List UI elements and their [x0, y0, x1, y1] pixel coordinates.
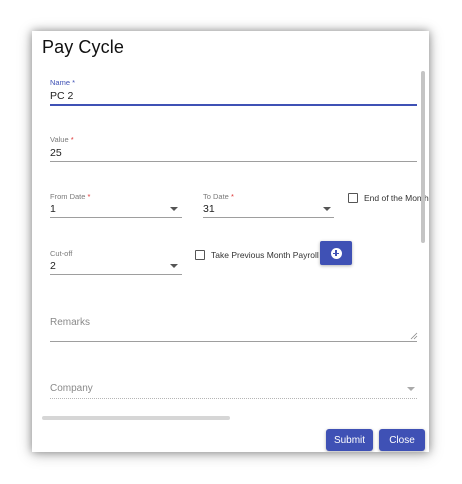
cutoff-select[interactable]: 2	[50, 260, 56, 272]
name-field[interactable]: PC 2	[50, 90, 73, 102]
from-date-label-text: From Date	[50, 192, 86, 201]
close-button[interactable]: Close	[379, 429, 425, 451]
vertical-scrollbar[interactable]	[421, 71, 425, 243]
from-date-select[interactable]: 1	[50, 203, 56, 215]
name-underline	[50, 104, 417, 106]
take-previous-month-label: Take Previous Month Payroll	[211, 250, 319, 260]
end-of-month-checkbox[interactable]	[348, 193, 358, 203]
from-date-label: From Date *	[50, 192, 90, 201]
dialog-title: Pay Cycle	[42, 37, 124, 57]
plus-circle-icon	[330, 247, 342, 259]
value-underline	[50, 161, 417, 162]
from-date-chevron-down-icon[interactable]	[170, 207, 178, 211]
take-previous-month-checkbox[interactable]	[195, 250, 205, 260]
pay-cycle-dialog: Pay Cycle Name * PC 2 Value * 25 From Da…	[32, 31, 429, 452]
to-date-underline	[203, 217, 334, 218]
from-date-required-mark: *	[87, 192, 91, 201]
value-label: Value *	[50, 135, 74, 144]
value-field[interactable]: 25	[50, 147, 62, 159]
name-label: Name *	[50, 78, 75, 87]
remarks-underline	[50, 341, 417, 342]
add-button[interactable]	[320, 241, 352, 265]
from-date-underline	[50, 217, 182, 218]
company-chevron-down-icon[interactable]	[407, 387, 415, 391]
cutoff-underline	[50, 274, 182, 275]
name-required-mark: *	[72, 78, 76, 87]
to-date-label: To Date *	[203, 192, 234, 201]
cutoff-label: Cut-off	[50, 249, 73, 258]
to-date-select[interactable]: 31	[203, 203, 215, 215]
company-select[interactable]: Company	[50, 383, 93, 394]
to-date-required-mark: *	[230, 192, 234, 201]
horizontal-scrollbar[interactable]	[42, 416, 230, 420]
value-required-mark: *	[70, 135, 74, 144]
value-label-text: Value	[50, 135, 69, 144]
name-label-text: Name	[50, 78, 71, 87]
submit-button[interactable]: Submit	[326, 429, 373, 451]
to-date-chevron-down-icon[interactable]	[323, 207, 331, 211]
to-date-label-text: To Date	[203, 192, 229, 201]
resize-grip-icon[interactable]	[410, 332, 418, 340]
company-underline	[50, 398, 417, 399]
end-of-month-label: End of the Month	[364, 193, 429, 203]
remarks-textarea[interactable]: Remarks	[50, 317, 90, 328]
cutoff-chevron-down-icon[interactable]	[170, 264, 178, 268]
